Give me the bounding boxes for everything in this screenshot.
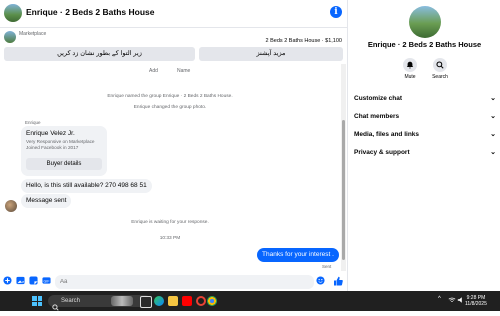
search-icon: [52, 298, 59, 311]
row-label: Privacy & support: [354, 149, 410, 156]
system-event: Enrique named the group Enrique · 2 Beds…: [107, 94, 233, 99]
chevron-down-icon: ⌄: [490, 113, 496, 120]
name-label[interactable]: Name: [177, 68, 190, 74]
group-photo[interactable]: [409, 6, 441, 38]
search-highlight-image[interactable]: [111, 296, 133, 306]
sender-name: Enrique: [25, 120, 41, 125]
waiting-notice: Enrique is waiting for your response.: [131, 220, 209, 225]
taskbar-clock[interactable]: 9:28 PM 11/8/2025: [465, 295, 487, 307]
row-label: Customize chat: [354, 95, 403, 102]
bell-icon[interactable]: [403, 58, 417, 72]
seller-joined: Joined Facebook in 2017: [26, 145, 79, 150]
gif-icon[interactable]: GIF: [42, 276, 51, 285]
like-icon[interactable]: [333, 276, 343, 286]
chrome-active-icon[interactable]: [207, 296, 217, 306]
edge-icon[interactable]: [154, 296, 164, 306]
panel-row-customize[interactable]: Customize chat ⌄: [354, 92, 496, 106]
listing-thumbnail[interactable]: [4, 31, 16, 43]
panel-row-media[interactable]: Media, files and links ⌄: [354, 128, 496, 142]
scrollbar-thumb[interactable]: [342, 120, 345, 260]
panel-row-members[interactable]: Chat members ⌄: [354, 110, 496, 124]
mark-pending-button[interactable]: زیر التوا کے بطور نشان زد کریں: [4, 47, 195, 61]
windows-start-icon[interactable]: [32, 296, 42, 306]
task-view-icon[interactable]: [140, 296, 152, 308]
thread-scrollbar[interactable]: [341, 64, 346, 271]
row-label: Chat members: [354, 113, 400, 120]
search-icon[interactable]: [433, 58, 447, 72]
taskbar-search[interactable]: Search: [48, 295, 151, 307]
seller-name[interactable]: Enrique Velez Jr.: [26, 130, 75, 137]
composer: GIF: [0, 271, 347, 291]
add-label[interactable]: Add: [149, 68, 158, 74]
sender-avatar[interactable]: [5, 200, 17, 212]
row-label: Media, files and links: [354, 131, 420, 138]
chat-title[interactable]: Enrique · 2 Beds 2 Baths House: [26, 7, 154, 17]
svg-text:GIF: GIF: [44, 279, 51, 283]
clock-date: 11/8/2025: [465, 301, 487, 307]
wifi-icon[interactable]: [448, 296, 456, 306]
chat-header: Enrique · 2 Beds 2 Baths House i: [0, 0, 347, 28]
incoming-message[interactable]: Hello, is this still available? 270 498 …: [21, 179, 152, 193]
sent-status: Sent: [322, 264, 332, 269]
sticker-icon[interactable]: [29, 276, 38, 285]
taskbar: Search ^ 9:28 PM 11/8/2025: [0, 291, 500, 311]
volume-icon[interactable]: [457, 296, 465, 306]
chat-info-panel: Enrique · 2 Beds 2 Baths House Mute Sear…: [347, 0, 500, 291]
marketplace-label: Marketplace: [19, 31, 47, 37]
plus-icon[interactable]: [3, 276, 12, 285]
more-options-button[interactable]: مزید آپشنز: [199, 47, 343, 61]
system-event: Enrique changed the group photo.: [133, 105, 207, 110]
chevron-up-icon[interactable]: ^: [438, 296, 441, 302]
chevron-down-icon: ⌄: [490, 131, 496, 138]
chrome-icon[interactable]: [196, 296, 206, 306]
file-explorer-icon[interactable]: [168, 296, 178, 306]
buyer-details-button[interactable]: Buyer details: [26, 158, 102, 170]
panel-title: Enrique · 2 Beds 2 Baths House: [367, 40, 482, 49]
seller-card: Enrique Velez Jr. Very Responsive on Mar…: [21, 126, 107, 176]
mute-label: Mute: [404, 74, 416, 80]
info-icon[interactable]: i: [330, 6, 342, 18]
chevron-down-icon: ⌄: [490, 95, 496, 102]
panel-row-privacy[interactable]: Privacy & support ⌄: [354, 146, 496, 160]
listing-title[interactable]: 2 Beds 2 Baths House · $1,100: [266, 38, 342, 44]
timestamp: 10:33 PM: [159, 236, 181, 241]
image-icon[interactable]: [16, 276, 25, 285]
seller-badge: Very Responsive on Marketplace: [26, 139, 95, 144]
chevron-down-icon: ⌄: [490, 149, 496, 156]
youtube-icon[interactable]: [182, 296, 192, 306]
incoming-message[interactable]: Message sent: [21, 194, 72, 208]
group-avatar[interactable]: [4, 4, 22, 22]
message-input[interactable]: [55, 275, 314, 289]
search-label: Search: [432, 74, 448, 80]
outgoing-message[interactable]: Thanks for your interest .: [257, 248, 339, 262]
emoji-icon[interactable]: [316, 276, 325, 285]
